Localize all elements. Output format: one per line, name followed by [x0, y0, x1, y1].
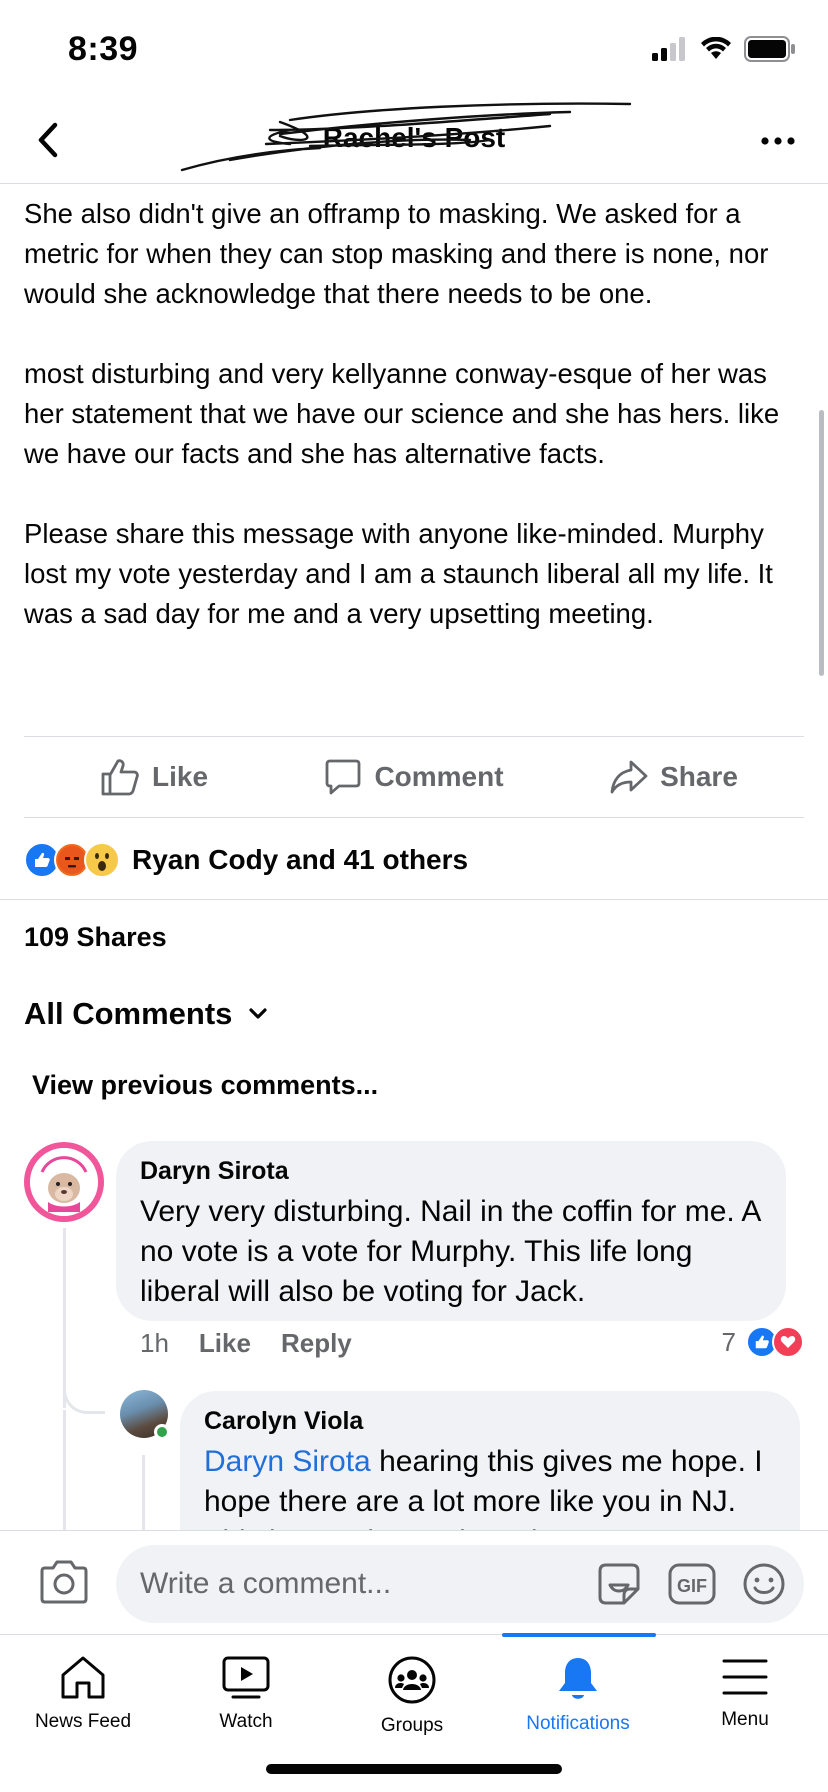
share-label: Share: [660, 761, 738, 792]
thumbs-up-icon: [101, 759, 139, 796]
avatar[interactable]: [24, 1142, 104, 1222]
like-button[interactable]: Like: [24, 737, 284, 817]
scrollbar[interactable]: [819, 410, 824, 676]
avatar-image: [30, 1148, 98, 1216]
more-options-button[interactable]: [758, 126, 798, 156]
post-paragraph: most disturbing and very kellyanne conwa…: [24, 358, 780, 469]
share-button[interactable]: Share: [544, 737, 804, 817]
more-icon: [761, 137, 795, 145]
tab-label: News Feed: [34, 1711, 132, 1732]
gif-icon[interactable]: GIF: [668, 1563, 716, 1605]
comment-reactions[interactable]: 7: [722, 1326, 804, 1358]
tab-bar: News Feed Watch Groups Notifications Men…: [0, 1633, 828, 1792]
post-actions: Like Comment Share: [24, 736, 804, 818]
comment-meta: 1h Like Reply: [140, 1328, 352, 1359]
post-header: Rachel's Post: [0, 100, 828, 184]
comment-composer: Write a comment... GIF: [0, 1530, 828, 1634]
comment-author[interactable]: Carolyn Viola: [204, 1407, 776, 1436]
status-icons: [652, 36, 796, 62]
groups-icon: [388, 1656, 436, 1704]
camera-icon: [40, 1560, 88, 1604]
divider: [0, 899, 828, 900]
reaction-icons: [24, 842, 120, 878]
tab-label: Menu: [721, 1709, 769, 1730]
comment-reply-button[interactable]: Reply: [281, 1328, 352, 1359]
sticker-icon[interactable]: [596, 1561, 642, 1607]
comment-button[interactable]: Comment: [284, 737, 544, 817]
menu-icon: [722, 1659, 768, 1695]
comment-reaction-count: 7: [721, 1326, 736, 1357]
tab-label: Notifications: [526, 1713, 630, 1734]
thread-line: [63, 1410, 66, 1530]
mention-link[interactable]: Daryn Sirota: [204, 1445, 371, 1478]
tab-groups[interactable]: Groups: [329, 1635, 495, 1765]
home-indicator[interactable]: [266, 1764, 562, 1774]
watch-icon: [222, 1656, 270, 1699]
tab-notifications[interactable]: Notifications: [495, 1635, 661, 1765]
thread-line: [142, 1455, 145, 1535]
comment-time: 1h: [140, 1328, 169, 1358]
comment-text: Very very disturbing. Nail in the coffin…: [140, 1195, 760, 1308]
page-title: Rachel's Post: [322, 122, 506, 153]
bell-icon: [559, 1658, 597, 1699]
signal-icon: [652, 37, 685, 61]
comment-like-button[interactable]: Like: [199, 1328, 251, 1359]
tab-menu[interactable]: Menu: [662, 1635, 828, 1765]
camera-button[interactable]: [38, 1559, 90, 1605]
comment-bubble[interactable]: Daryn Sirota Very very disturbing. Nail …: [116, 1141, 786, 1321]
like-label: Like: [151, 761, 209, 792]
view-previous-comments[interactable]: View previous comments...: [32, 1070, 378, 1101]
comment-placeholder: Write a comment...: [140, 1567, 392, 1600]
emoji-icon[interactable]: [742, 1562, 786, 1606]
post-text: She also didn't give an offramp to maski…: [24, 194, 810, 634]
online-indicator: [154, 1424, 170, 1440]
comment-label: Comment: [374, 761, 504, 792]
battery-icon: [744, 36, 795, 62]
svg-text:GIF: GIF: [677, 1576, 707, 1596]
wifi-icon: [701, 37, 731, 59]
share-icon: [610, 760, 648, 794]
status-bar: 8:39: [0, 0, 828, 100]
comments-filter[interactable]: All Comments: [24, 996, 268, 1032]
post-paragraph: She also didn't give an offramp to maski…: [24, 198, 769, 309]
wow-reaction-icon: [84, 842, 120, 878]
tab-label: Groups: [380, 1715, 444, 1736]
love-reaction-icon: [772, 1326, 804, 1358]
status-time: 8:39: [68, 30, 139, 68]
comment-tools: GIF: [596, 1545, 804, 1623]
home-icon: [61, 1656, 105, 1699]
shares-count[interactable]: 109 Shares: [24, 922, 167, 953]
tab-label: Watch: [219, 1711, 273, 1732]
avatar[interactable]: [120, 1390, 170, 1440]
chevron-down-icon: [249, 1008, 268, 1019]
reactions-text[interactable]: Ryan Cody and 41 others: [132, 844, 468, 876]
comment-author[interactable]: Daryn Sirota: [140, 1157, 762, 1186]
thread-line: [63, 1360, 105, 1414]
tab-watch[interactable]: Watch: [163, 1635, 329, 1765]
comments-filter-label: All Comments: [24, 996, 233, 1031]
post-paragraph: Please share this message with anyone li…: [24, 518, 773, 629]
reactions-summary[interactable]: Ryan Cody and 41 others: [24, 838, 468, 882]
tab-news-feed[interactable]: News Feed: [0, 1635, 166, 1765]
comment-icon: [326, 759, 361, 795]
